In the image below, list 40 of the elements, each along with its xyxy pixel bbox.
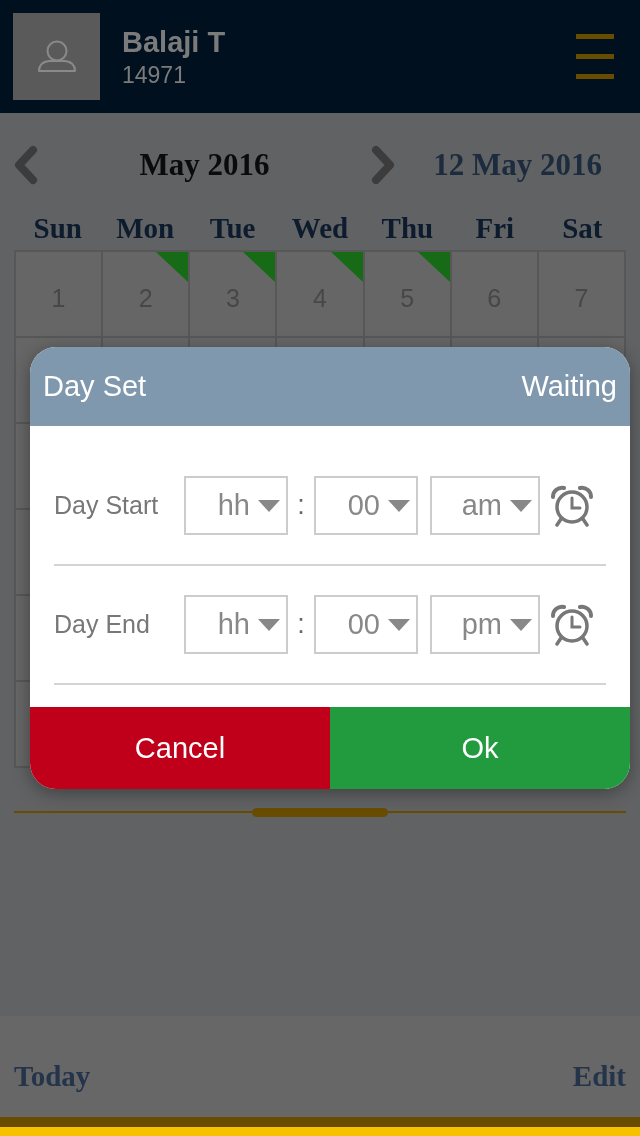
caret-icon <box>258 499 280 512</box>
weekday-label: Wed <box>290 211 350 246</box>
hour-select[interactable]: hh <box>184 595 288 654</box>
alarm-clock-icon[interactable] <box>550 603 594 646</box>
minute-select[interactable]: 00 <box>314 476 418 535</box>
weekday-label: Fri <box>474 211 516 246</box>
edit-button[interactable]: Edit <box>572 1060 626 1093</box>
time-separator: : <box>296 609 306 640</box>
hour-select[interactable]: hh <box>184 476 288 535</box>
period-select[interactable]: pm <box>430 595 540 654</box>
time-label: Day End <box>54 610 151 639</box>
user-name: Balaji T <box>122 24 226 60</box>
caret-icon <box>388 499 410 512</box>
chevron-left-icon[interactable] <box>14 145 38 185</box>
time-label: Day Start <box>54 491 160 520</box>
minute-select[interactable]: 00 <box>314 595 418 654</box>
alarm-clock-icon[interactable] <box>550 484 594 527</box>
dialog-status: Waiting <box>521 370 617 403</box>
caret-icon <box>258 618 280 631</box>
weekday-label: Thu <box>380 211 435 246</box>
user-icon <box>36 40 77 73</box>
drag-handle[interactable] <box>252 807 388 817</box>
selected-date: 12 May 2016 <box>433 147 602 183</box>
today-button[interactable]: Today <box>14 1060 91 1093</box>
caret-icon <box>510 618 532 631</box>
dialog-title: Day Set <box>43 370 147 403</box>
cancel-button[interactable]: Cancel <box>30 707 330 789</box>
caret-icon <box>510 499 532 512</box>
month-title: May 2016 <box>138 147 271 183</box>
weekday-label: Sun <box>32 211 83 246</box>
weekday-label: Mon <box>115 211 176 246</box>
caret-icon <box>388 618 410 631</box>
chevron-right-icon[interactable] <box>371 145 396 185</box>
menu-icon[interactable] <box>576 34 614 79</box>
weekday-label: Sat <box>561 211 604 246</box>
weekday-label: Tue <box>208 211 257 246</box>
ok-button[interactable]: Ok <box>330 707 630 789</box>
time-separator: : <box>296 490 306 521</box>
user-id: 14971 <box>122 60 186 90</box>
period-select[interactable]: am <box>430 476 540 535</box>
